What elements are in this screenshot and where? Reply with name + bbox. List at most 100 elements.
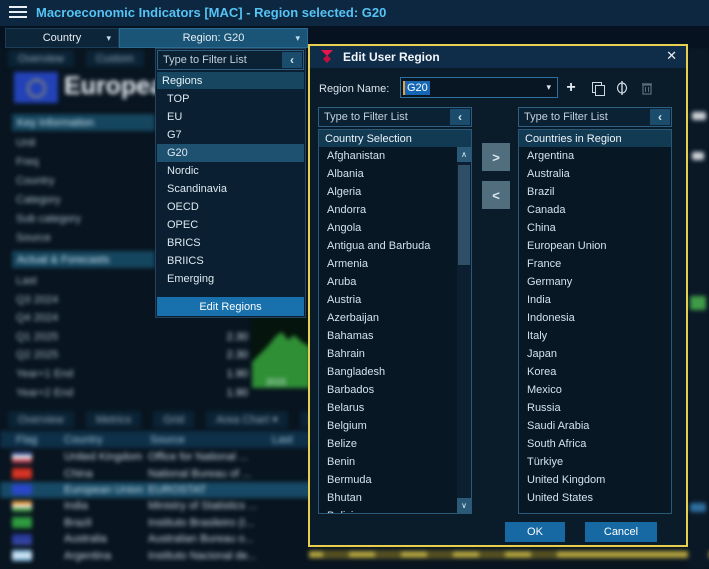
region-list-item[interactable]: OECD bbox=[157, 198, 304, 216]
chevron-down-icon[interactable]: ▾ bbox=[546, 82, 551, 93]
country-list-item[interactable]: Bahrain bbox=[319, 345, 457, 363]
country-list-item[interactable]: Aruba bbox=[319, 273, 457, 291]
region-list-item[interactable]: G7 bbox=[157, 126, 304, 144]
country-list-item[interactable]: Austria bbox=[319, 291, 457, 309]
region-name-combobox[interactable]: G20 ▾ bbox=[400, 77, 558, 98]
region-list-item[interactable]: BRIICS bbox=[157, 252, 304, 270]
region-list-item[interactable]: G20 bbox=[157, 144, 304, 162]
scrollbar[interactable]: ∧ ∨ bbox=[457, 147, 471, 513]
country-list-item[interactable]: Germany bbox=[519, 273, 671, 291]
tab[interactable]: Overview bbox=[8, 50, 74, 67]
country-list-item[interactable]: Benin bbox=[319, 453, 457, 471]
country-list-item[interactable]: Russia bbox=[519, 399, 671, 417]
tab[interactable]: Overview bbox=[8, 411, 74, 428]
countries-in-region-filter-input[interactable]: Type to Filter List ‹ bbox=[518, 107, 672, 127]
country-list-item[interactable]: Angola bbox=[319, 219, 457, 237]
country-list-item[interactable]: Albania bbox=[319, 165, 457, 183]
country-list-item[interactable]: Australia bbox=[519, 165, 671, 183]
close-icon[interactable]: ✕ bbox=[666, 48, 677, 64]
flag-icon bbox=[12, 517, 32, 528]
table-row[interactable]: United Kingdom Office for National ... bbox=[0, 449, 320, 465]
region-list-item[interactable]: EU bbox=[157, 108, 304, 126]
country-list-item[interactable]: European Union bbox=[519, 237, 671, 255]
country-list-item[interactable]: Bhutan bbox=[319, 489, 457, 507]
country-list-item[interactable]: Afghanistan bbox=[319, 147, 457, 165]
country-list-item[interactable]: Indonesia bbox=[519, 309, 671, 327]
country-list-item[interactable]: South Africa bbox=[519, 435, 671, 453]
col-flag: Flag bbox=[16, 434, 64, 446]
region-list-item[interactable]: Emerging bbox=[157, 270, 304, 288]
collapse-filter-button[interactable]: ‹ bbox=[450, 109, 470, 125]
country-list-item[interactable]: Türkiye bbox=[519, 453, 671, 471]
scrollbar-thumb[interactable] bbox=[458, 165, 470, 265]
country-selection-filter-input[interactable]: Type to Filter List ‹ bbox=[318, 107, 472, 127]
region-list-item[interactable]: OPEC bbox=[157, 216, 304, 234]
country-list-item[interactable]: Saudi Arabia bbox=[519, 417, 671, 435]
regions-list-header: Regions bbox=[157, 72, 304, 89]
collapse-filter-button[interactable]: ‹ bbox=[282, 52, 302, 68]
table-row[interactable]: India Ministry of Statistics ... bbox=[0, 498, 320, 514]
country-list-item[interactable]: Belgium bbox=[319, 417, 457, 435]
country-list-item[interactable]: Korea bbox=[519, 363, 671, 381]
region-dropdown[interactable]: Region: G20 ▾ bbox=[119, 28, 308, 48]
tab[interactable]: Area Chart ▾ bbox=[206, 411, 288, 428]
country-list-item[interactable]: United States bbox=[519, 489, 671, 507]
forecast-row: Year+2 End1.90 bbox=[16, 384, 248, 403]
table-row[interactable]: Australia Australian Bureau o... bbox=[0, 531, 320, 547]
country-list-item[interactable]: Canada bbox=[519, 201, 671, 219]
country-list-item[interactable]: Azerbaijan bbox=[319, 309, 457, 327]
countries-in-region-list: ArgentinaAustraliaBrazilCanadaChinaEurop… bbox=[519, 147, 671, 507]
country-list-item[interactable]: Japan bbox=[519, 345, 671, 363]
country-list-item[interactable]: Brazil bbox=[519, 183, 671, 201]
regions-filter-input[interactable]: Type to Filter List ‹ bbox=[157, 50, 304, 70]
region-list-item[interactable]: Scandinavia bbox=[157, 180, 304, 198]
country-list-item[interactable]: France bbox=[519, 255, 671, 273]
copy-region-icon[interactable] bbox=[588, 79, 606, 96]
country-list-item[interactable]: Andorra bbox=[319, 201, 457, 219]
country-list-item[interactable]: Mexico bbox=[519, 381, 671, 399]
country-list-item[interactable]: Bahamas bbox=[319, 327, 457, 345]
tab[interactable]: Grid bbox=[153, 411, 194, 428]
country-list-item[interactable]: Bangladesh bbox=[319, 363, 457, 381]
table-row[interactable]: Brazil Instituto Brasileiro (I... bbox=[0, 515, 320, 531]
country-list-item[interactable]: India bbox=[519, 291, 671, 309]
tab[interactable]: Custom bbox=[86, 50, 144, 67]
menu-icon[interactable] bbox=[9, 6, 27, 19]
chart-year-label: 2015 bbox=[266, 377, 286, 387]
dialog-header[interactable]: Edit User Region ✕ bbox=[310, 46, 686, 68]
region-list-item[interactable]: BRICS bbox=[157, 234, 304, 252]
tab[interactable]: Metrics bbox=[86, 411, 141, 428]
country-list-item[interactable]: Armenia bbox=[319, 255, 457, 273]
right-edge-panel bbox=[688, 48, 709, 569]
country-list-item[interactable]: Belarus bbox=[319, 399, 457, 417]
country-list-item[interactable]: Italy bbox=[519, 327, 671, 345]
move-right-button[interactable]: > bbox=[482, 143, 510, 171]
collapse-filter-button[interactable]: ‹ bbox=[650, 109, 670, 125]
table-row[interactable]: European Union EUROSTAT bbox=[0, 482, 320, 498]
region-list-item[interactable]: Nordic bbox=[157, 162, 304, 180]
country-list-item[interactable]: Antigua and Barbuda bbox=[319, 237, 457, 255]
ok-button[interactable]: OK bbox=[505, 522, 565, 542]
add-region-button[interactable]: + bbox=[562, 79, 580, 96]
country-list-item[interactable]: China bbox=[519, 219, 671, 237]
key-info-label: Source bbox=[16, 229, 81, 248]
table-row[interactable]: China National Bureau of ... bbox=[0, 465, 320, 481]
region-list-item[interactable]: TOP bbox=[157, 90, 304, 108]
country-list-item[interactable]: Bolivia bbox=[319, 507, 457, 514]
status-strip bbox=[309, 551, 709, 558]
edit-regions-button[interactable]: Edit Regions bbox=[157, 297, 304, 316]
rename-region-icon[interactable] bbox=[613, 79, 631, 96]
scroll-up-icon[interactable]: ∧ bbox=[457, 147, 471, 162]
country-list-item[interactable]: Barbados bbox=[319, 381, 457, 399]
move-left-button[interactable]: < bbox=[482, 181, 510, 209]
country-list-item[interactable]: Argentina bbox=[519, 147, 671, 165]
scroll-down-icon[interactable]: ∨ bbox=[457, 498, 471, 513]
country-dropdown[interactable]: Country ▾ bbox=[5, 28, 119, 48]
country-list-item[interactable]: Bermuda bbox=[319, 471, 457, 489]
cancel-button[interactable]: Cancel bbox=[585, 522, 657, 542]
country-list-item[interactable]: Algeria bbox=[319, 183, 457, 201]
country-list-item[interactable]: Belize bbox=[319, 435, 457, 453]
chevron-down-icon: ▾ bbox=[295, 33, 300, 44]
country-list-item[interactable]: United Kingdom bbox=[519, 471, 671, 489]
table-row[interactable]: Argentina Instituto Nacional de... bbox=[0, 547, 320, 563]
